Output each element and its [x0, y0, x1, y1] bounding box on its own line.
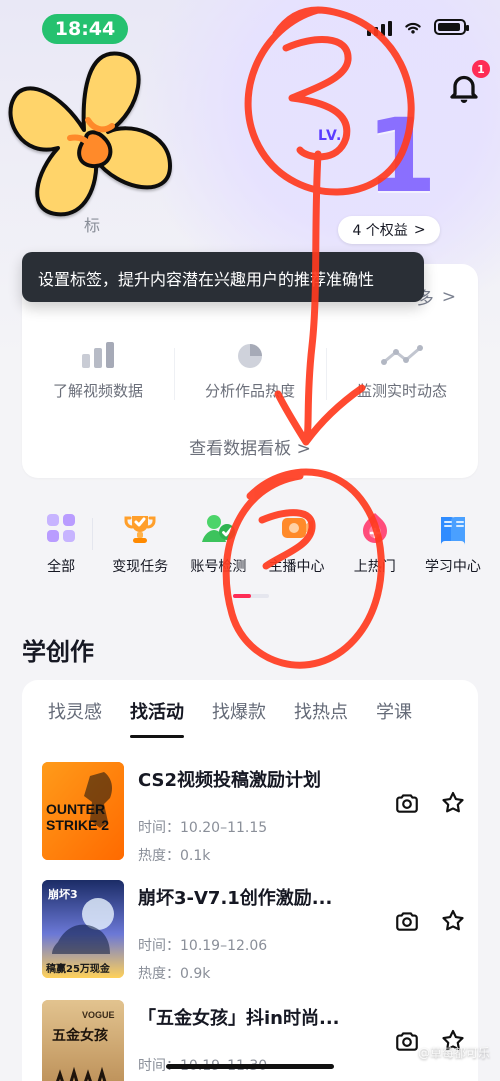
- shortcut-label: 上热门: [353, 559, 396, 575]
- notification-badge: 1: [472, 60, 490, 78]
- activity-heat: 热度：0.9k: [138, 966, 211, 982]
- activity-thumbnail: 崩坏3 稿赢25万现金: [42, 880, 124, 978]
- shortcut-label: 账号检测: [190, 559, 247, 575]
- view-dashboard-link[interactable]: 查看数据看板 >: [22, 434, 478, 459]
- tab-courses[interactable]: 学课: [376, 698, 412, 724]
- honkai-thumbnail-art: 崩坏3 稿赢25万现金: [42, 880, 124, 978]
- thumb-text-line: VOGUE: [82, 1010, 115, 1020]
- activity-actions: [394, 908, 466, 934]
- camera-icon: [281, 518, 313, 538]
- star-icon[interactable]: [440, 908, 466, 934]
- cs2-thumbnail-art: OUNTER STRIKE 2: [42, 762, 124, 860]
- learn-section-title: 学创作: [22, 638, 94, 666]
- level-badge: LV. 1: [310, 86, 437, 216]
- pager-active-indicator: [233, 594, 251, 598]
- shortcut-label: 主播中心: [268, 559, 325, 575]
- pie-chart-icon: [238, 344, 262, 368]
- status-icons: [367, 18, 469, 36]
- activity-item[interactable]: 崩坏3 稿赢25万现金 崩坏3-V7.1创作激励... 时间：10.19–12.…: [42, 880, 478, 990]
- data-item-video[interactable]: 了解视频数据: [22, 340, 174, 414]
- level-prefix: LV.: [318, 128, 343, 144]
- battery-icon: [434, 19, 469, 35]
- benefits-label: 4 个权益: [352, 223, 408, 239]
- activity-meta: 时间：10.19–12.06 热度：0.9k: [138, 932, 267, 988]
- activity-time: 时间：10.20–11.15: [138, 820, 268, 836]
- activity-title: CS2视频投稿激励计划: [138, 770, 322, 791]
- activity-item[interactable]: OUNTER STRIKE 2 CS2视频投稿激励计划 时间：10.20–11.…: [42, 762, 478, 872]
- book-icon: [440, 517, 465, 545]
- home-indicator: [166, 1064, 334, 1069]
- tag-tooltip: 设置标签，提升内容潜在兴趣用户的推荐准确性: [22, 252, 424, 302]
- grid-icon: [47, 514, 76, 542]
- chevron-right-icon: >: [441, 286, 456, 307]
- camera-shoot-icon[interactable]: [394, 1028, 420, 1054]
- thumb-text-line: 稿赢25万现金: [46, 962, 111, 975]
- shortcut-divider: [92, 518, 94, 550]
- shortcut-hot[interactable]: 上热门: [336, 508, 414, 576]
- thumb-text-line: STRIKE 2: [46, 817, 109, 833]
- activity-heat: 热度：0.1k: [138, 848, 211, 864]
- signal-icon: [367, 18, 392, 36]
- trend-icon: [381, 345, 423, 365]
- shortcut-monetize[interactable]: 变现任务: [101, 508, 179, 576]
- tab-activities[interactable]: 找活动: [130, 698, 184, 738]
- trophy-icon: [124, 516, 156, 543]
- vogue-thumbnail-art: VOGUE 五金女孩: [42, 1000, 124, 1081]
- shortcut-learn[interactable]: 学习中心: [414, 508, 492, 576]
- data-item-label: 了解视频数据: [52, 382, 143, 400]
- chevron-right-icon: >: [413, 222, 426, 238]
- data-item-label: 分析作品热度: [204, 382, 295, 400]
- shortcut-label: 变现任务: [112, 559, 169, 575]
- thumb-text-line: OUNTER: [46, 801, 105, 817]
- camera-shoot-icon[interactable]: [394, 790, 420, 816]
- activity-thumbnail: VOGUE 五金女孩: [42, 1000, 124, 1081]
- shortcut-anchor-center[interactable]: 主播中心: [257, 508, 335, 576]
- user-check-icon: [202, 515, 236, 542]
- flower-sticker-icon: [8, 51, 172, 217]
- tab-hits[interactable]: 找爆款: [212, 698, 266, 724]
- benefits-pill[interactable]: 4 个权益 >: [338, 216, 440, 244]
- thumb-text-line: 五金女孩: [52, 1027, 108, 1044]
- thumb-text-line: 崩坏3: [48, 887, 78, 901]
- tab-trending[interactable]: 找热点: [294, 698, 348, 724]
- data-tools-row: 了解视频数据 分析作品热度 监测实时动态: [22, 340, 478, 414]
- shortcut-all[interactable]: 全部: [22, 508, 100, 576]
- wifi-icon: [405, 22, 421, 34]
- learn-tabs: 找灵感 找活动 找爆款 找热点 学课: [22, 680, 478, 742]
- learn-card: 找灵感 找活动 找爆款 找热点 学课 OUNTER STRIKE 2 CS2视频…: [22, 680, 478, 1081]
- data-item-heat[interactable]: 分析作品热度: [174, 340, 326, 414]
- watermark: @草莓都可乐: [417, 1046, 490, 1060]
- tab-inspiration[interactable]: 找灵感: [48, 698, 102, 724]
- activity-time: 时间：10.19–12.06: [138, 938, 268, 954]
- star-icon[interactable]: [440, 790, 466, 816]
- activity-actions: [394, 790, 466, 816]
- data-item-label: 监测实时动态: [356, 382, 447, 400]
- bar-chart-icon: [82, 342, 114, 368]
- activity-thumbnail: OUNTER STRIKE 2: [42, 762, 124, 860]
- data-item-realtime[interactable]: 监测实时动态: [326, 340, 478, 414]
- shortcut-row: 全部 变现任务 账号检测 主播中心 上热门 学习中心: [22, 508, 492, 582]
- activity-title: 「五金女孩」抖in时尚...: [138, 1008, 340, 1029]
- fire-plus-icon: [362, 513, 387, 543]
- shortcut-label: 全部: [47, 559, 76, 575]
- activity-meta: 时间：10.20–11.15 热度：0.1k: [138, 814, 267, 870]
- shortcut-account-check[interactable]: 账号检测: [179, 508, 257, 576]
- camera-shoot-icon[interactable]: [394, 908, 420, 934]
- shortcut-pager: [233, 594, 269, 598]
- activity-title: 崩坏3-V7.1创作激励...: [138, 888, 333, 909]
- shortcut-label: 学习中心: [424, 559, 481, 575]
- level-number: 1: [366, 97, 437, 216]
